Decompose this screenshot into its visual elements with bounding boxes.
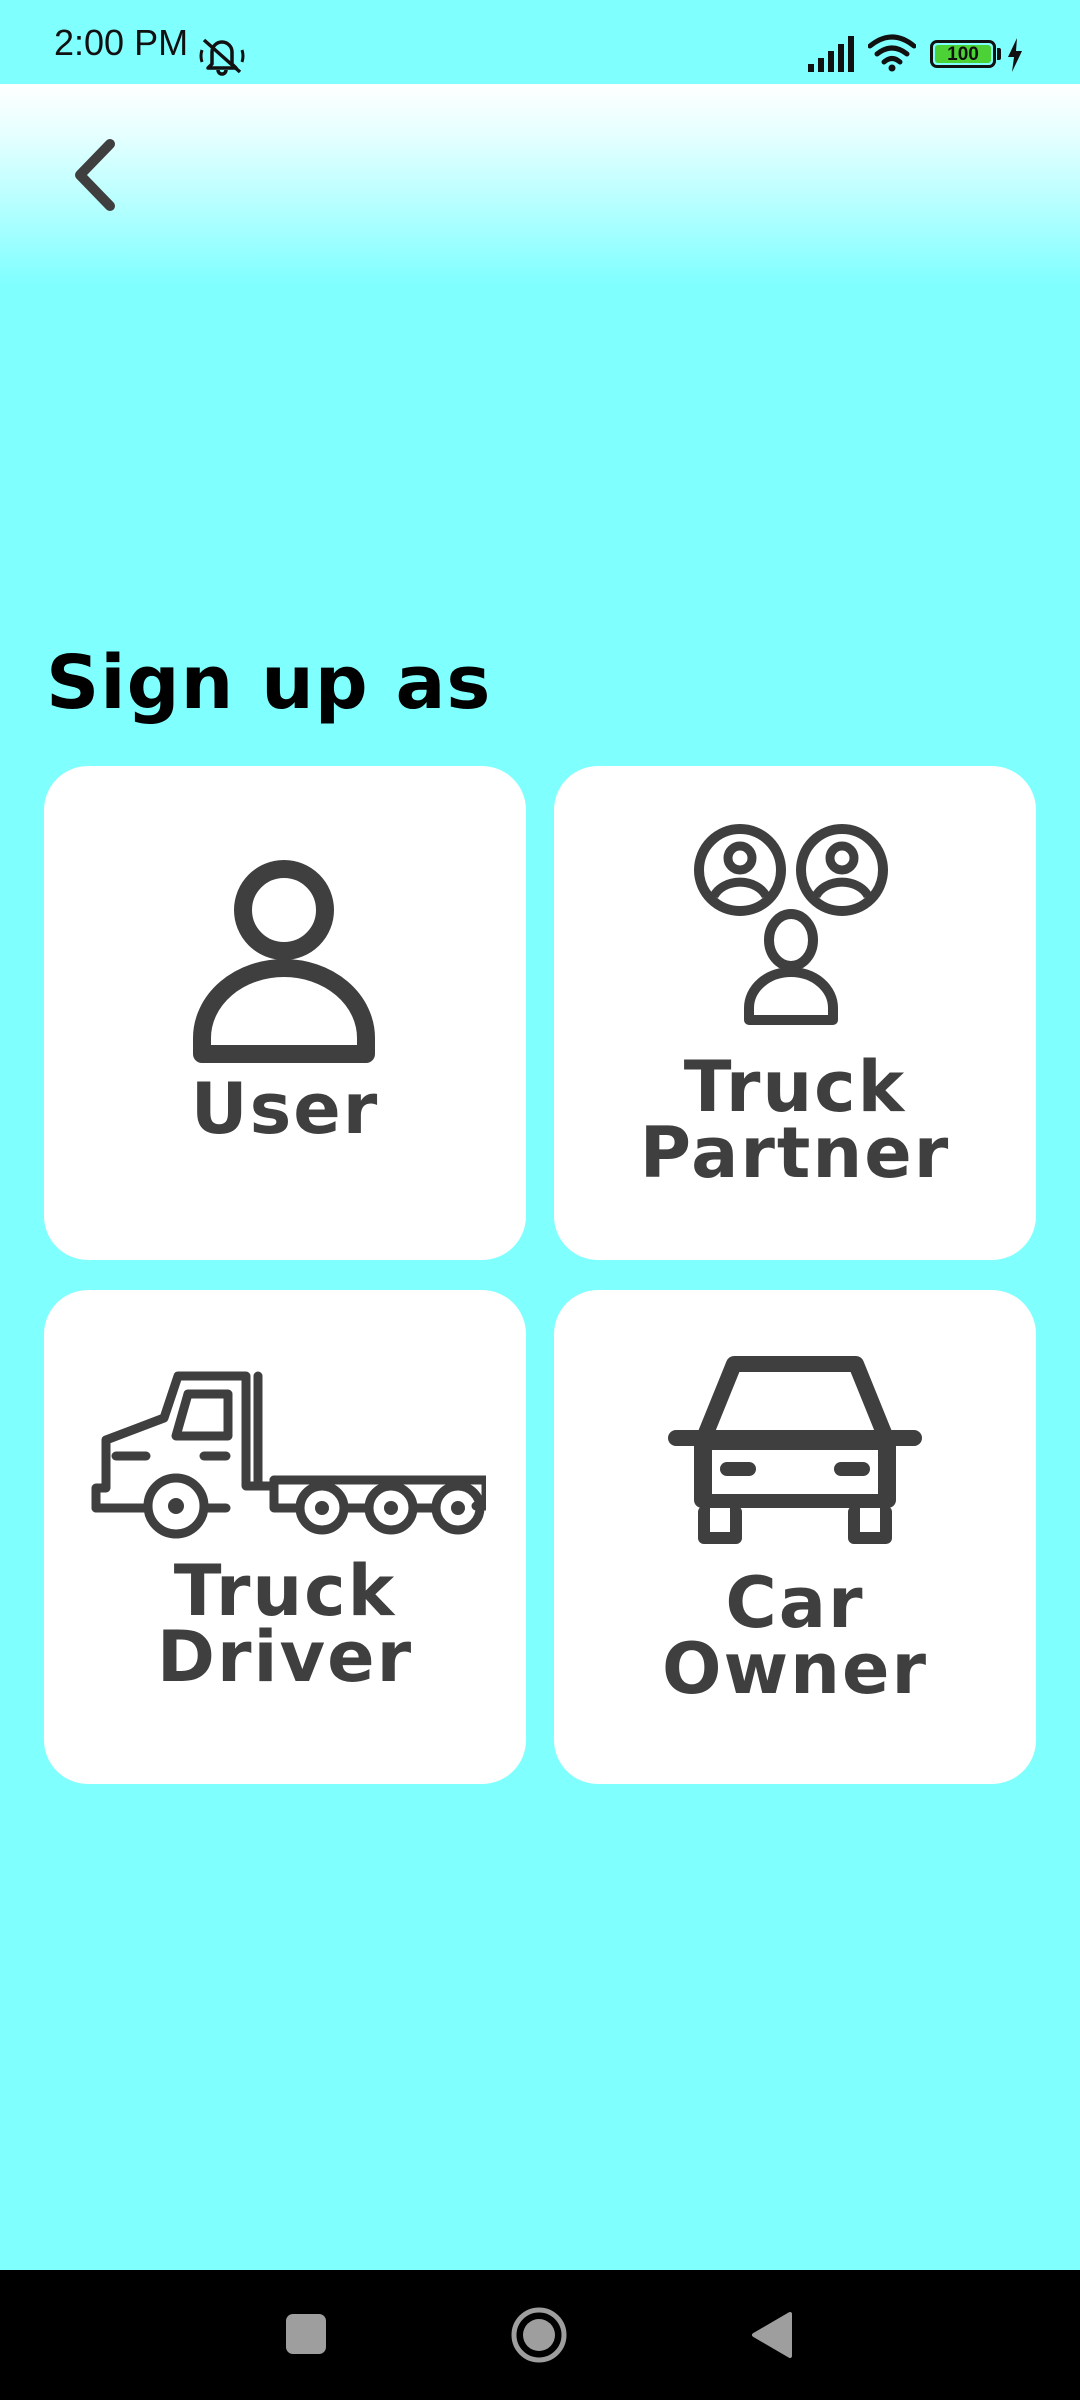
truck-partner-card[interactable]: Truck Partner — [554, 766, 1036, 1260]
car-icon — [668, 1356, 922, 1544]
partners-icon — [694, 824, 888, 1025]
truck-driver-card[interactable]: Truck Driver — [44, 1290, 526, 1784]
battery-icon: 100 — [930, 40, 996, 68]
status-time: 2:00 PM — [54, 22, 189, 63]
truck-partner-card-label: Truck Partner — [554, 1046, 1036, 1194]
home-button[interactable] — [510, 2306, 568, 2364]
truck-icon — [91, 1371, 486, 1539]
card-label-line: Owner — [661, 1628, 928, 1710]
car-owner-card[interactable]: Car Owner — [554, 1290, 1036, 1784]
user-card[interactable]: User — [44, 766, 526, 1260]
person-icon — [193, 860, 375, 1063]
navigation-bar — [0, 2270, 1080, 2400]
chevron-left-icon — [75, 139, 115, 211]
header — [0, 84, 1080, 284]
card-label-line: Driver — [156, 1616, 414, 1698]
truck-driver-card-label: Truck Driver — [44, 1550, 526, 1698]
car-owner-card-label: Car Owner — [554, 1562, 1036, 1710]
wifi-icon — [868, 34, 916, 72]
card-label-line: Car — [725, 1562, 865, 1644]
card-label-line: Truck — [173, 1550, 397, 1632]
recents-icon — [286, 2314, 326, 2354]
user-card-label: User — [44, 1068, 526, 1150]
bell-off-icon — [199, 38, 245, 76]
home-icon — [511, 2307, 567, 2363]
card-label-line: User — [190, 1068, 380, 1150]
status-bar: 2:00 PM 100 — [0, 0, 1080, 84]
battery-tip — [997, 48, 1001, 60]
charging-icon — [1008, 38, 1022, 72]
card-label-line: Truck — [683, 1046, 907, 1128]
card-label-line: Partner — [639, 1112, 951, 1194]
battery-level: 100 — [947, 43, 979, 65]
back-nav-button[interactable] — [750, 2310, 794, 2360]
signal-icon — [808, 36, 854, 72]
page-title: Sign up as — [46, 640, 492, 726]
back-button[interactable] — [50, 130, 140, 220]
back-icon — [752, 2312, 792, 2358]
recents-button[interactable] — [286, 2314, 326, 2354]
